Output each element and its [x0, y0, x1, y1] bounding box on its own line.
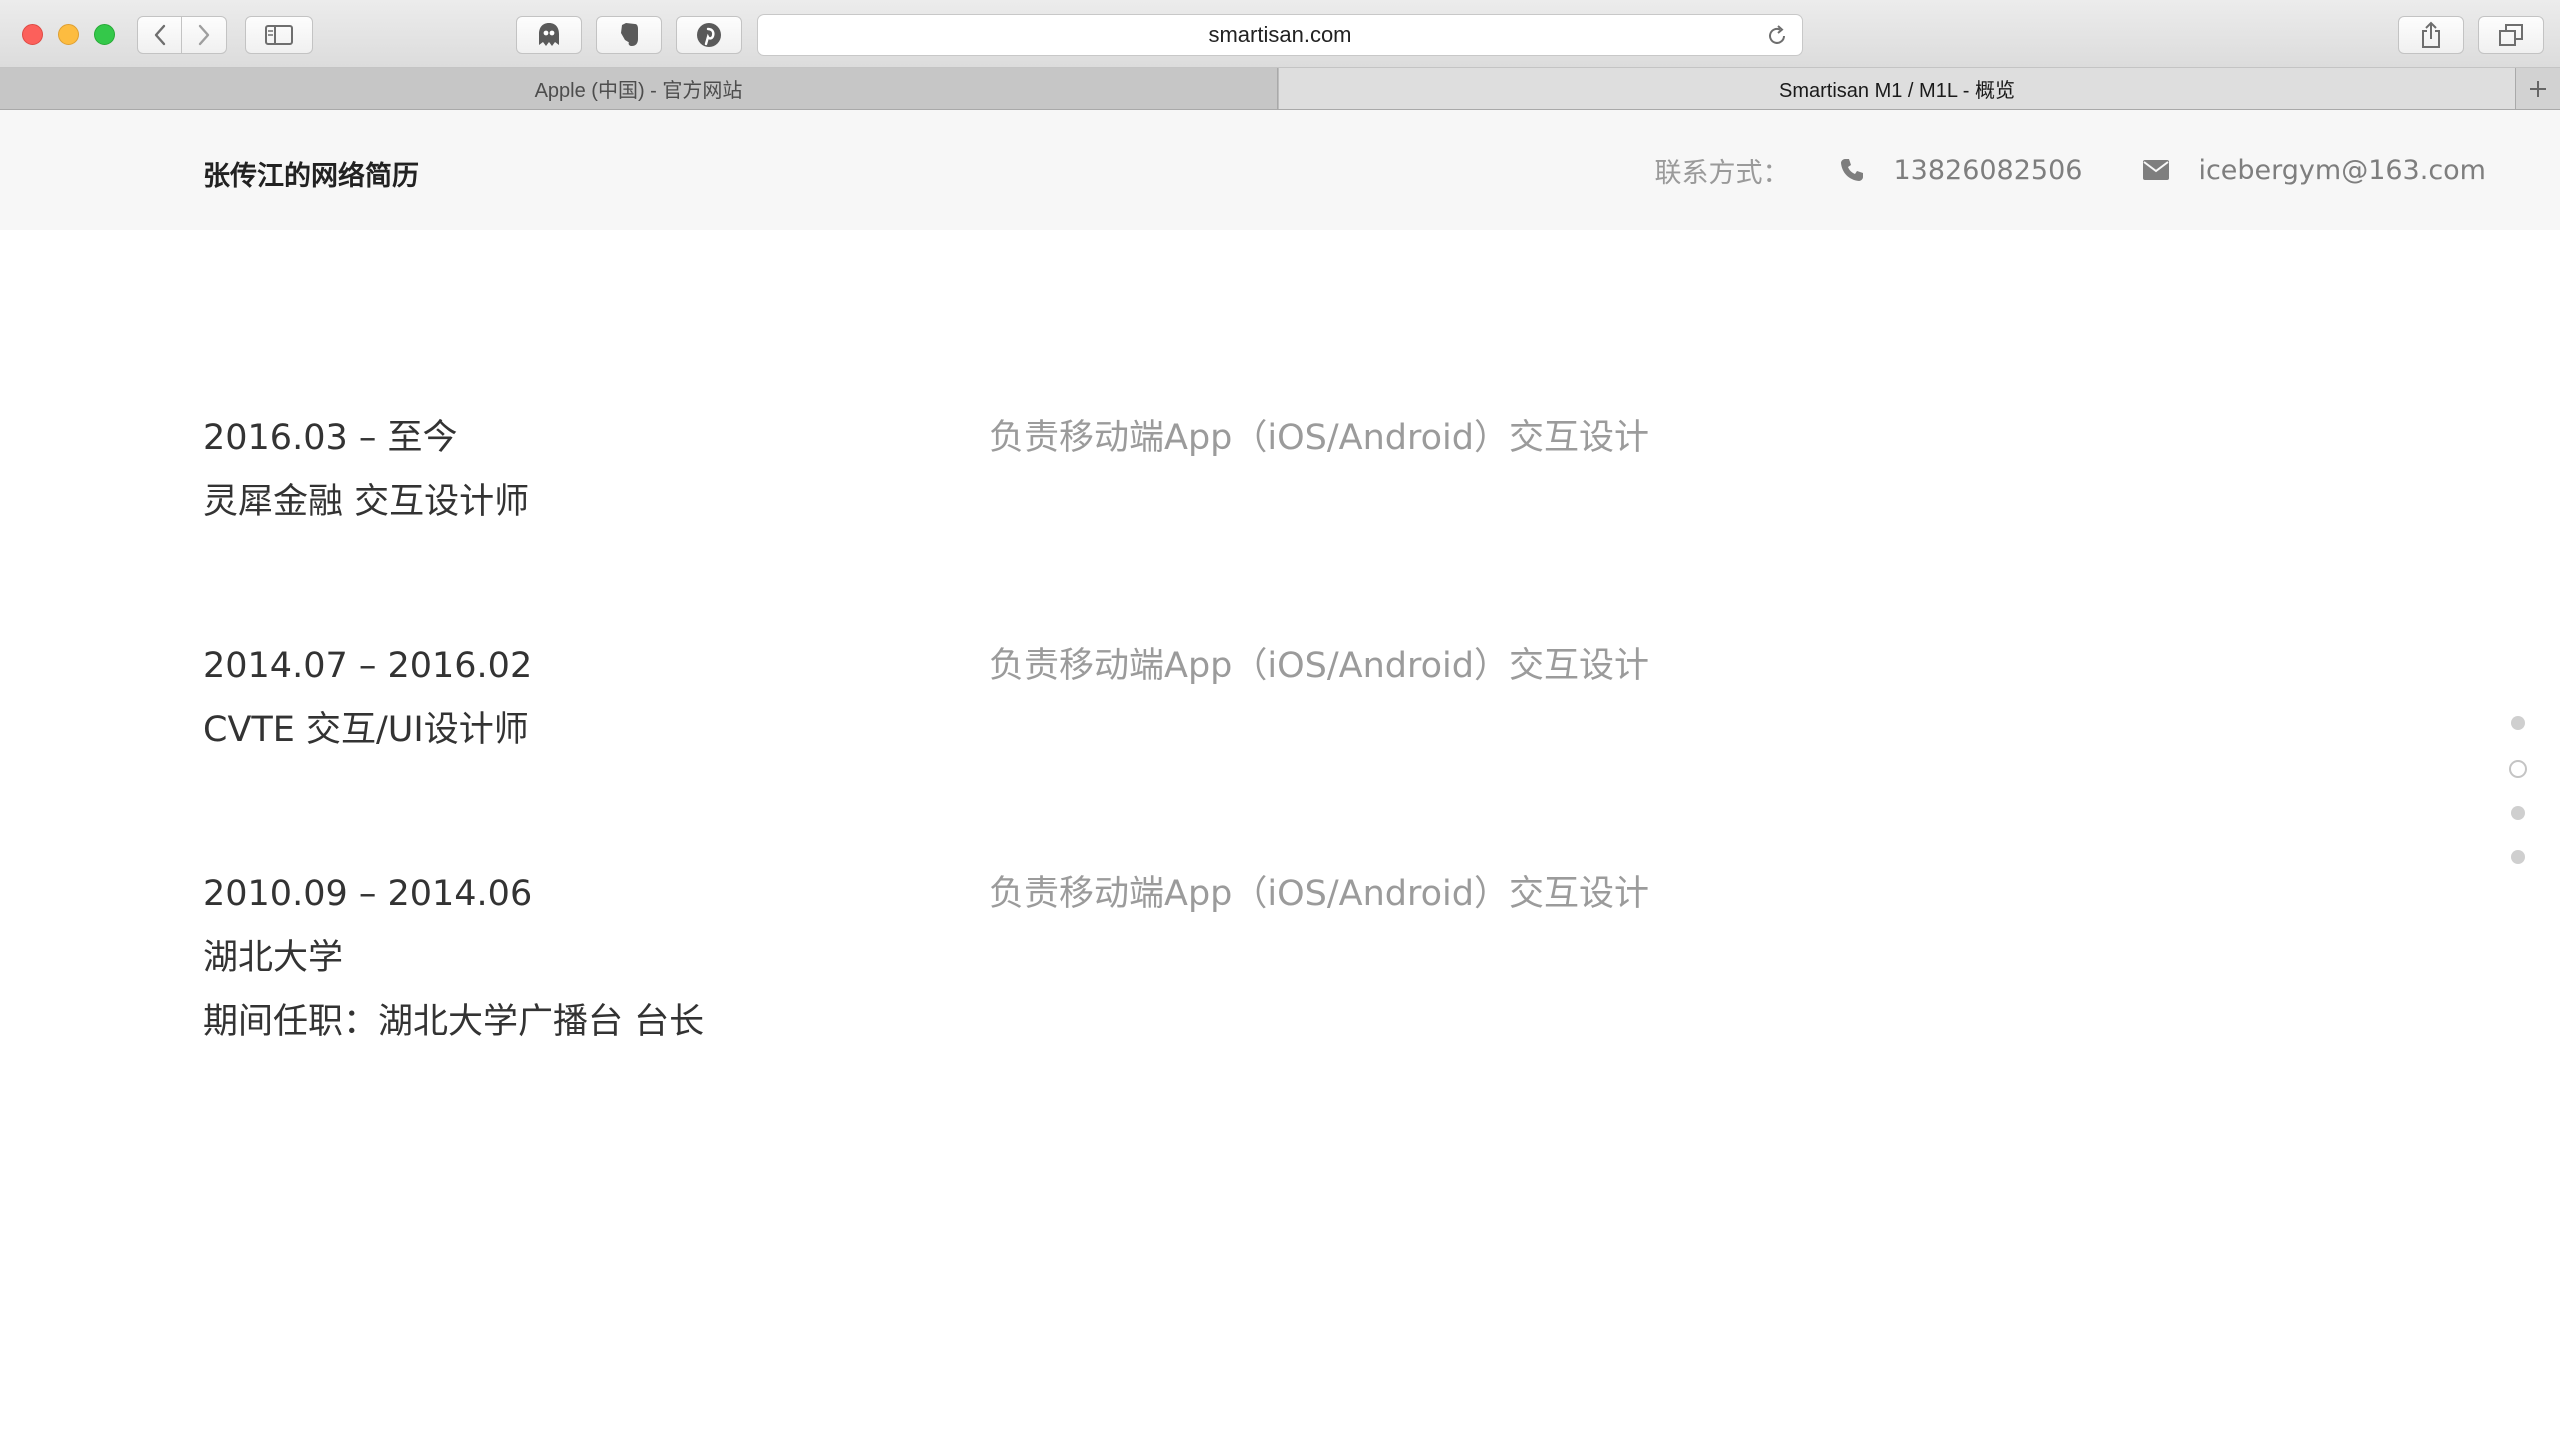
entry-period: 2016.03 – 至今: [203, 418, 458, 458]
mail-icon: [2142, 159, 2170, 181]
sidebar-icon: [265, 25, 293, 45]
show-all-tabs-button[interactable]: [2478, 16, 2544, 54]
evernote-icon: [621, 23, 638, 46]
phone-icon: [1839, 157, 1865, 183]
url-text: smartisan.com: [1208, 22, 1352, 47]
sidebar-toggle-button[interactable]: [245, 16, 313, 54]
entry-role: 灵犀金融 交互设计师: [203, 482, 530, 522]
ghostery-extension-button[interactable]: [516, 16, 582, 54]
phone-number[interactable]: 13826082506: [1893, 155, 2082, 186]
email-address[interactable]: icebergym@163.com: [2198, 155, 2486, 186]
pinterest-extension-button[interactable]: [676, 16, 742, 54]
entry-description: 负责移动端App（iOS/Android）交互设计: [989, 418, 1649, 458]
new-tab-button[interactable]: [2515, 68, 2560, 109]
section-nav-dot-1[interactable]: [2511, 716, 2525, 730]
back-button[interactable]: [137, 16, 182, 54]
entry-period: 2014.07 – 2016.02: [203, 646, 533, 686]
timeline-entry: 2016.03 – 至今 灵犀金融 交互设计师: [203, 418, 529, 546]
zoom-window-button[interactable]: [94, 24, 115, 45]
tab-bar: Apple (中国) - 官方网站 Smartisan M1 / M1L - 概…: [0, 68, 2560, 110]
timeline-entry: 2014.07 – 2016.02 CVTE 交互/UI设计师: [203, 646, 532, 774]
plus-icon: [2530, 80, 2546, 97]
site-header: 张传江的网络简历 联系方式： 13826082506 icebergym@163…: [0, 110, 2560, 230]
timeline-entry: 2010.09 – 2014.06 湖北大学 期间任职：湖北大学广播台 台长: [203, 874, 704, 1066]
tab-smartisan[interactable]: Smartisan M1 / M1L - 概览: [1279, 68, 2515, 109]
entry-description: 负责移动端App（iOS/Android）交互设计: [989, 646, 1649, 686]
pinterest-icon: [697, 23, 721, 47]
entry-role: 湖北大学: [203, 938, 344, 978]
address-bar[interactable]: smartisan.com: [757, 14, 1803, 56]
contact-label: 联系方式：: [1654, 157, 1790, 189]
browser-toolbar: smartisan.com: [0, 0, 2560, 68]
entry-extra: 期间任职：湖北大学广播台 台长: [203, 1002, 705, 1042]
minimize-window-button[interactable]: [58, 24, 79, 45]
entry-description: 负责移动端App（iOS/Android）交互设计: [989, 874, 1649, 914]
tabs-icon: [2499, 24, 2523, 46]
forward-button[interactable]: [182, 16, 227, 54]
section-nav-dot-3[interactable]: [2511, 806, 2525, 820]
section-nav-dot-2-active[interactable]: [2509, 760, 2527, 778]
chevron-right-icon: [198, 24, 210, 46]
section-nav-dot-4[interactable]: [2511, 850, 2525, 864]
ghostery-icon: [539, 23, 559, 46]
share-button[interactable]: [2398, 16, 2464, 54]
chevron-left-icon: [154, 24, 165, 46]
share-icon: [2422, 21, 2440, 48]
reload-button[interactable]: [1766, 25, 1788, 51]
page-title: 张传江的网络简历: [203, 161, 419, 192]
contact-info: 联系方式： 13826082506 icebergym@163.com: [1654, 150, 2486, 190]
close-window-button[interactable]: [22, 24, 43, 45]
evernote-extension-button[interactable]: [596, 16, 662, 54]
entry-role: CVTE 交互/UI设计师: [203, 710, 529, 750]
entry-period: 2010.09 – 2014.06: [203, 874, 533, 914]
tab-apple[interactable]: Apple (中国) - 官方网站: [0, 68, 1278, 109]
reload-icon: [1769, 25, 1785, 44]
